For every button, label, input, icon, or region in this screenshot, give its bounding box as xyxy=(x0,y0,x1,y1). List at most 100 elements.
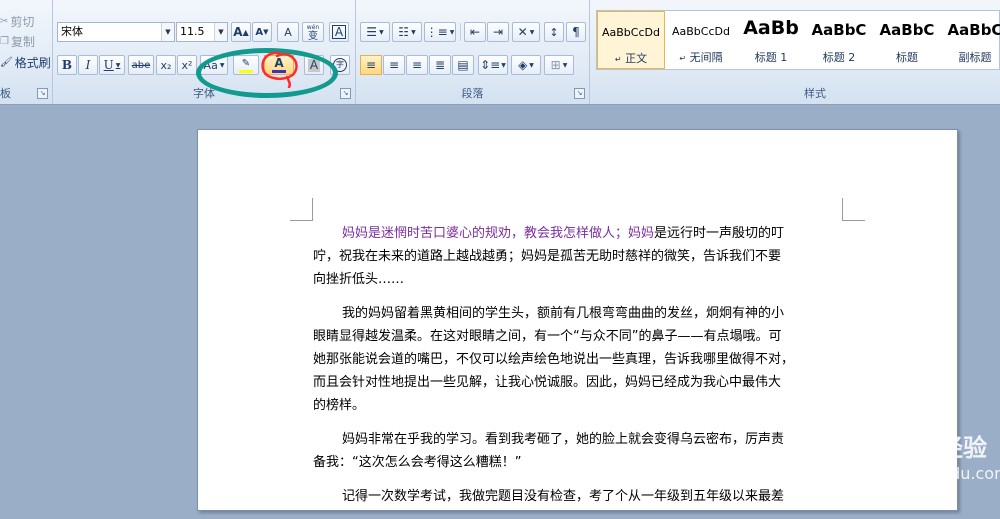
pilcrow-icon: ¶ xyxy=(572,25,580,39)
chevron-down-icon[interactable]: ▼ xyxy=(161,23,174,41)
style-sample: AaBbCcDd xyxy=(672,25,730,38)
style-item-title[interactable]: AaBbC 标题 xyxy=(873,11,941,69)
text-line: 咛，祝我在未来的道路上越战越勇；妈妈是孤苦无助时慈祥的微笑，告诉我们不要 xyxy=(313,249,782,264)
distributed-button[interactable]: ▤ xyxy=(452,55,474,75)
font-name-combo[interactable]: 宋体 ▼ xyxy=(57,22,175,42)
style-item-no-spacing[interactable]: AaBbCcDd ↵ 无间隔 xyxy=(667,11,735,69)
paragraph-dialog-launcher[interactable]: ↘ xyxy=(574,88,585,99)
decrease-indent-icon: ⇤ xyxy=(469,25,481,39)
ribbon: ✂ 剪切 ❐ 复制 🖌 格式刷 板 ↘ 宋体 ▼ 11.5 ▼ A ▲ A ▼ A xyxy=(0,0,1000,105)
distributed-icon: ▤ xyxy=(457,58,469,72)
multilevel-list-icon: ⋮≡ xyxy=(425,25,448,39)
subscript-button[interactable]: x₂ xyxy=(156,55,176,75)
align-center-button[interactable]: ≡ xyxy=(383,55,405,75)
cut-label: 剪切 xyxy=(10,14,35,29)
numbered-list-icon: ☷ xyxy=(398,25,410,39)
align-right-icon: ≡ xyxy=(411,58,423,72)
cut-button[interactable]: ✂ 剪切 xyxy=(0,11,50,31)
text-line: 她那张能说会道的嘴巴，不仅可以绘声绘色地说出一些真理，告诉我哪里做得不对， xyxy=(313,352,795,367)
style-name: 标题 1 xyxy=(754,51,788,64)
subscript-icon: x₂ xyxy=(160,58,172,72)
style-name: ↵ 正文 xyxy=(614,52,648,65)
style-item-normal[interactable]: AaBbCcDd ↵ 正文 xyxy=(597,11,665,69)
phonetic-guide-button[interactable]: wén 变 xyxy=(302,22,324,42)
char-border-button[interactable]: A xyxy=(329,22,349,42)
styles-gallery: AaBbCcDd ↵ 正文 AaBbCcDd ↵ 无间隔 AaBb 标题 1 A… xyxy=(596,10,1000,70)
strikethrough-button[interactable]: abe xyxy=(128,55,154,75)
paint-bucket-icon: ◈ xyxy=(518,58,528,72)
margin-corner-top-right xyxy=(842,198,865,221)
format-painter-button[interactable]: 🖌 格式刷 xyxy=(0,52,52,72)
increase-indent-icon: ⇥ xyxy=(492,25,504,39)
clipboard-group: ✂ 剪切 ❐ 复制 🖌 格式刷 板 ↘ xyxy=(0,0,53,104)
watermark-url: jingyan.baidu.com xyxy=(862,464,1000,483)
style-name: ↵ 无间隔 xyxy=(679,51,723,64)
paragraph: 记得一次数学考试，我做完题目没有检查，考了个从一年级到五年级以来最差 xyxy=(313,485,837,508)
document-body[interactable]: 妈妈是迷惘时苦口婆心的规劝，教会我怎样做人；妈妈是远行时一声殷切的叮 咛，祝我在… xyxy=(313,222,837,519)
copy-icon: ❐ xyxy=(0,35,9,47)
style-item-heading2[interactable]: AaBbC 标题 2 xyxy=(805,11,873,69)
align-center-icon: ≡ xyxy=(388,58,400,72)
shrink-font-button[interactable]: A ▼ xyxy=(252,22,272,42)
superscript-icon: x² xyxy=(181,58,193,72)
baidu-jingyan-watermark: Baidu经验 jingyan.baidu.com xyxy=(796,412,1000,494)
styles-group-label: 样式 xyxy=(804,87,826,100)
increase-indent-button[interactable]: ⇥ xyxy=(487,22,509,42)
justify-button[interactable]: ≣ xyxy=(429,55,451,75)
text-line: 备我：“这次怎么会考得这么糟糕！” xyxy=(313,455,522,470)
decrease-indent-button[interactable]: ⇤ xyxy=(464,22,486,42)
numbering-button[interactable]: ☷ ▼ xyxy=(392,22,422,42)
chevron-down-icon[interactable]: ▼ xyxy=(214,23,227,41)
align-left-icon: ≡ xyxy=(365,58,377,72)
underline-button[interactable]: U ▼ xyxy=(99,55,125,75)
paw-logo-icon xyxy=(811,420,853,466)
show-marks-button[interactable]: ¶ xyxy=(566,22,586,42)
style-item-heading1[interactable]: AaBb 标题 1 xyxy=(737,11,805,69)
align-right-button[interactable]: ≡ xyxy=(406,55,428,75)
text-line: 记得一次数学考试，我做完题目没有检查，考了个从一年级到五年级以来最差 xyxy=(342,489,785,504)
strikethrough-icon: abe xyxy=(131,59,151,71)
text-line: 向挫折低头…… xyxy=(313,272,405,287)
paragraph-group-label: 段落 xyxy=(461,87,484,100)
style-item-subtitle[interactable]: AaBbC 副标题 xyxy=(941,11,1000,69)
watermark-brand: Baidu经验 xyxy=(862,434,987,462)
italic-button[interactable]: I xyxy=(78,55,98,75)
style-sample: AaBbC xyxy=(879,21,935,39)
bold-icon: B xyxy=(61,58,73,72)
paragraph: 我的妈妈留着黑黄相间的学生头，额前有几根弯弯曲曲的发丝，炯炯有神的小 眼睛显得越… xyxy=(313,302,837,417)
margin-corner-top-left xyxy=(290,198,313,221)
text-line: 眼睛显得越发温柔。在这对眼睛之间，有一个“与众不同”的鼻子——有点塌哦。可 xyxy=(313,329,782,344)
multilevel-list-button[interactable]: ⋮≡ ▼ xyxy=(424,22,456,42)
scissors-icon: ✂ xyxy=(0,15,9,27)
font-dialog-launcher[interactable]: ↘ xyxy=(340,88,351,99)
copy-label: 复制 xyxy=(10,34,35,49)
bullet-list-icon: ☰ xyxy=(366,25,378,39)
superscript-button[interactable]: x² xyxy=(177,55,197,75)
style-sample: AaBbCcDd xyxy=(602,26,660,39)
font-size-combo[interactable]: 11.5 ▼ xyxy=(176,22,228,42)
text-line: 而且会针对性地提出一些见解，让我心悦诚服。因此，妈妈已经成为我心中最伟大 xyxy=(313,375,782,390)
annotation-red-circle xyxy=(261,51,298,88)
borders-button[interactable]: ⊞ ▼ xyxy=(544,55,574,75)
underline-icon: U xyxy=(103,58,114,72)
chinese-layout-icon: ✕ xyxy=(517,25,528,39)
clipboard-dialog-launcher[interactable]: ↘ xyxy=(37,88,48,99)
bold-button[interactable]: B xyxy=(57,55,77,75)
bullets-button[interactable]: ☰ ▼ xyxy=(360,22,390,42)
paragraph-group: ☰ ▼ ☷ ▼ ⋮≡ ▼ ⇤ ⇥ ✕ ▼ ↕ ¶ ≡ ≡ ≡ ≣ ▤ ⇕≡ ▼ … xyxy=(356,0,590,104)
line-spacing-button[interactable]: ⇕≡ ▼ xyxy=(478,55,508,75)
text-line: 我的妈妈留着黑黄相间的学生头，额前有几根弯弯曲曲的发丝，炯炯有神的小 xyxy=(342,306,785,321)
format-painter-label: 格式刷 xyxy=(14,55,51,70)
phonetic-char: 变 xyxy=(308,31,318,42)
justify-icon: ≣ xyxy=(434,58,446,72)
paragraph: 妈妈非常在乎我的学习。看到我考砸了，她的脸上就会变得乌云密布，厉声责 备我：“这… xyxy=(313,428,837,474)
align-left-button[interactable]: ≡ xyxy=(360,55,382,75)
chinese-layout-button[interactable]: ✕ ▼ xyxy=(512,22,540,42)
shading-button[interactable]: ◈ ▼ xyxy=(511,55,541,75)
style-name: 副标题 xyxy=(958,51,992,64)
copy-button[interactable]: ❐ 复制 xyxy=(0,31,50,51)
grow-font-button[interactable]: A ▲ xyxy=(231,22,251,42)
shrink-font-icon: A xyxy=(255,26,264,38)
clear-format-button[interactable]: A xyxy=(277,22,299,42)
sort-button[interactable]: ↕ xyxy=(544,22,564,42)
